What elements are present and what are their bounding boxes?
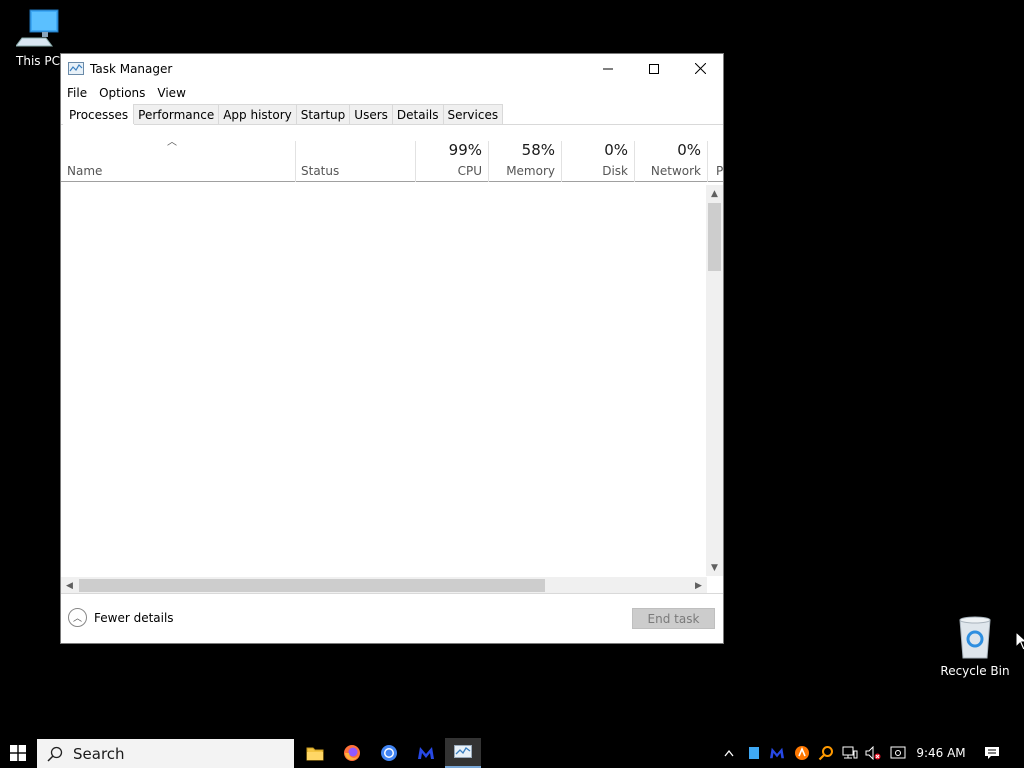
column-cpu[interactable]: 99% CPU (415, 141, 488, 182)
scroll-up-arrow-icon[interactable]: ▲ (706, 185, 723, 202)
process-list[interactable] (61, 185, 707, 576)
tab-users[interactable]: Users (349, 104, 393, 124)
tab-services[interactable]: Services (442, 104, 504, 124)
taskbar-clock[interactable]: 9:46 AM (912, 738, 970, 768)
tab-startup[interactable]: Startup (295, 104, 351, 124)
mouse-cursor-icon (1015, 631, 1024, 651)
tray-app-1[interactable] (745, 738, 763, 768)
fewer-details-button[interactable]: ︿ Fewer details (68, 608, 174, 627)
recycle-bin-label: Recycle Bin (940, 664, 1010, 678)
horizontal-scrollbar[interactable]: ◀ ▶ (61, 577, 707, 594)
search-placeholder: Search (73, 744, 125, 763)
avast-tray-icon (795, 746, 809, 760)
menu-bar: File Options View (61, 83, 723, 103)
taskbar-task-manager[interactable] (445, 738, 481, 768)
malwarebytes-icon (418, 747, 434, 759)
minimize-icon (603, 68, 613, 69)
volume-muted-icon (865, 746, 881, 760)
column-power-partial[interactable]: P (707, 141, 723, 182)
magnifier-tray-icon (818, 746, 833, 761)
power-label-partial: P (716, 164, 723, 178)
taskbar-chrome[interactable] (371, 738, 407, 768)
taskbar-file-explorer[interactable] (297, 738, 333, 768)
task-manager-icon (454, 745, 472, 758)
chevron-up-icon (724, 749, 734, 757)
maximize-button[interactable] (631, 54, 677, 83)
footer-bar: ︿ Fewer details End task (61, 593, 723, 643)
recycle-bin-icon (959, 616, 991, 659)
tray-input-indicator[interactable] (887, 738, 909, 768)
recycle-bin-desktop-icon[interactable]: Recycle Bin (935, 614, 1015, 678)
title-bar[interactable]: Task Manager (61, 54, 723, 83)
memory-label: Memory (506, 164, 555, 178)
column-name[interactable]: Name (61, 141, 295, 182)
taskbar: Search 9:46 AM (0, 738, 1024, 768)
taskbar-search-box[interactable]: Search (37, 739, 294, 768)
chevron-up-circle-icon: ︿ (68, 608, 87, 627)
menu-file[interactable]: File (67, 86, 87, 100)
disk-percent: 0% (604, 141, 628, 159)
network-label: Network (650, 164, 701, 178)
vertical-scrollbar[interactable]: ▲ ▼ (706, 185, 723, 576)
network-icon (842, 746, 858, 759)
window-title: Task Manager (90, 61, 173, 76)
vertical-scroll-thumb[interactable] (708, 203, 721, 271)
column-disk[interactable]: 0% Disk (561, 141, 634, 182)
menu-options[interactable]: Options (99, 86, 145, 100)
task-manager-window: Task Manager File Options View Processes… (60, 53, 724, 644)
taskbar-malwarebytes[interactable] (408, 738, 444, 768)
action-center-button[interactable] (980, 738, 1004, 768)
file-explorer-icon (306, 747, 324, 761)
tray-malwarebytes[interactable] (767, 738, 787, 768)
keyboard-settings-icon (890, 746, 906, 759)
windows-logo-icon (10, 745, 26, 761)
disk-label: Disk (602, 164, 628, 178)
column-status[interactable]: Status (295, 141, 415, 182)
firefox-icon (344, 745, 360, 761)
horizontal-scroll-thumb[interactable] (79, 579, 545, 592)
search-icon (47, 746, 63, 762)
tray-avast[interactable] (792, 738, 812, 768)
tab-performance[interactable]: Performance (133, 104, 220, 124)
column-name-label: Name (67, 164, 103, 178)
tab-processes[interactable]: Processes (63, 103, 135, 125)
show-hidden-icons-button[interactable] (720, 738, 738, 768)
menu-view[interactable]: View (157, 86, 185, 100)
minimize-button[interactable] (585, 54, 631, 83)
scroll-down-arrow-icon[interactable]: ▼ (706, 559, 723, 576)
tab-details[interactable]: Details (391, 104, 444, 124)
blue-app-tray-icon (749, 747, 759, 759)
task-manager-icon (68, 61, 84, 75)
scroll-left-arrow-icon[interactable]: ◀ (61, 577, 78, 594)
cpu-label: CPU (457, 164, 482, 178)
column-memory[interactable]: 58% Memory (488, 141, 561, 182)
tray-search-app[interactable] (816, 738, 836, 768)
scroll-right-arrow-icon[interactable]: ▶ (690, 577, 707, 594)
malwarebytes-tray-icon (770, 747, 784, 759)
close-icon (694, 63, 706, 74)
close-button[interactable] (677, 54, 723, 83)
memory-percent: 58% (521, 141, 555, 159)
tray-volume[interactable] (863, 738, 883, 768)
network-percent: 0% (677, 141, 701, 159)
tab-app-history[interactable]: App history (218, 104, 297, 124)
computer-icon (16, 9, 59, 47)
start-button[interactable] (0, 738, 36, 768)
fewer-details-label: Fewer details (94, 610, 174, 625)
cpu-percent: 99% (448, 141, 482, 159)
taskbar-firefox[interactable] (334, 738, 370, 768)
maximize-icon (649, 63, 659, 74)
column-network[interactable]: 0% Network (634, 141, 707, 182)
notification-icon (985, 747, 999, 759)
this-pc-label: This PC (16, 54, 60, 68)
tab-strip: Processes Performance App history Startu… (61, 103, 723, 125)
column-status-label: Status (301, 164, 340, 178)
column-header-row: ︿ Name Status 99% CPU 58% Memory 0% Disk… (61, 125, 723, 182)
tray-network[interactable] (840, 738, 860, 768)
chrome-icon (381, 745, 397, 761)
end-task-button[interactable]: End task (632, 608, 715, 629)
